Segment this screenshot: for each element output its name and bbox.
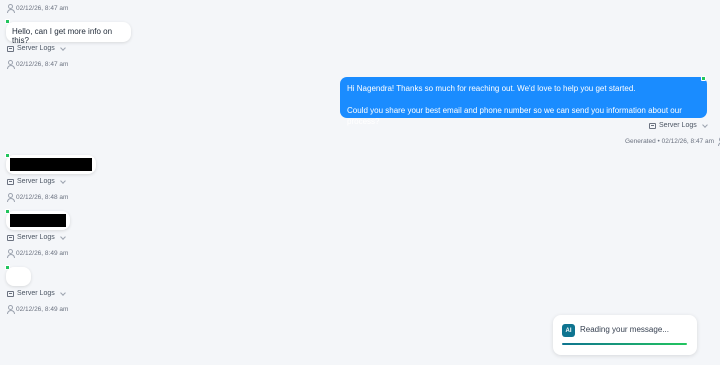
document-icon <box>649 122 656 129</box>
chevron-down-icon <box>701 121 708 128</box>
user-icon <box>6 305 15 314</box>
user-icon <box>6 193 15 202</box>
outgoing-message-bubble: Hi Nagendra! Thanks so much for reaching… <box>340 77 707 126</box>
user-icon <box>6 4 15 13</box>
chevron-down-icon <box>59 177 66 184</box>
incoming-message-bubble <box>6 155 96 174</box>
online-indicator <box>701 76 706 81</box>
incoming-message-bubble <box>6 211 70 230</box>
message-timestamp: 02/12/26, 8:47 am <box>6 60 68 69</box>
server-logs-toggle[interactable]: Server Logs <box>7 44 66 52</box>
document-icon <box>7 290 14 297</box>
server-logs-toggle[interactable]: Server Logs <box>7 289 66 297</box>
status-text: Reading your message... <box>580 325 669 334</box>
server-logs-toggle[interactable]: Server Logs <box>7 233 66 241</box>
message-timestamp: 02/12/26, 8:47 am <box>6 4 68 13</box>
incoming-message-bubble: Hello, can I get more info on this? <box>6 22 131 45</box>
progress-bar <box>562 343 687 345</box>
document-icon <box>7 178 14 185</box>
chevron-down-icon <box>59 233 66 240</box>
message-timestamp: 02/12/26, 8:48 am <box>6 193 68 202</box>
redacted-content <box>10 214 66 227</box>
document-icon <box>7 234 14 241</box>
server-logs-toggle[interactable]: Server Logs <box>7 177 66 185</box>
redacted-content <box>10 158 92 171</box>
server-logs-toggle[interactable]: Server Logs <box>649 121 708 129</box>
ai-status-card: AI Reading your message... <box>553 315 697 355</box>
user-icon <box>6 249 15 258</box>
message-timestamp: 02/12/26, 8:49 am <box>6 249 68 258</box>
message-timestamp: 02/12/26, 8:49 am <box>6 305 68 314</box>
document-icon <box>7 45 14 52</box>
user-icon <box>6 60 15 69</box>
progress-fill <box>562 343 687 345</box>
chevron-down-icon <box>59 44 66 51</box>
ai-badge: AI <box>562 324 575 337</box>
chevron-down-icon <box>59 289 66 296</box>
generated-timestamp: Generated • 02/12/26, 8:47 am <box>625 137 720 146</box>
incoming-message-bubble <box>6 267 31 286</box>
